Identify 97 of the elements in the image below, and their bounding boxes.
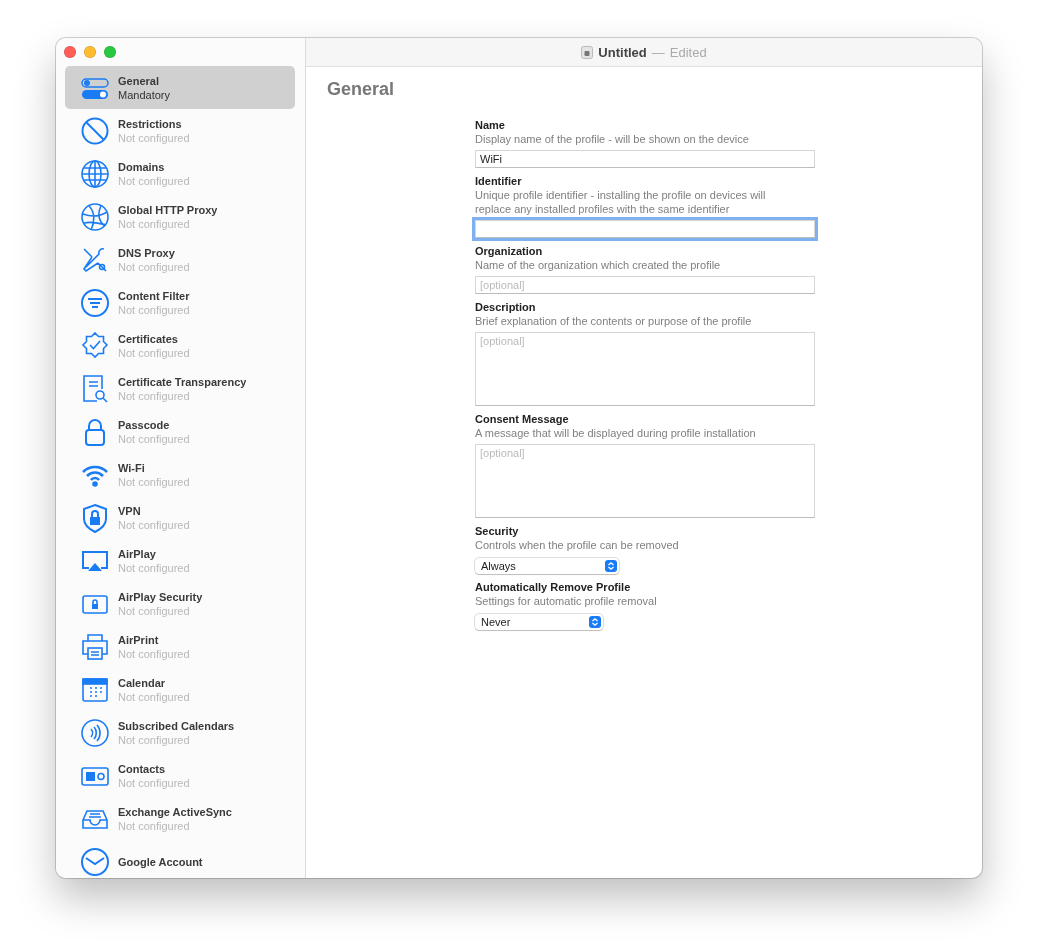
item-title: Exchange ActiveSync	[118, 804, 232, 819]
sidebar-item[interactable]: AirPrint Not configured	[65, 625, 295, 668]
item-title: Restrictions	[118, 116, 183, 131]
item-status: Not configured	[118, 775, 190, 790]
sidebar-item[interactable]: Global HTTP Proxy Not configured	[65, 195, 295, 238]
item-status: Not configured	[118, 259, 190, 274]
minimize-button[interactable]	[84, 46, 96, 58]
sidebar-item[interactable]: General Mandatory	[65, 66, 295, 109]
field-label: Consent Message	[475, 412, 570, 426]
sidebar-item[interactable]: AirPlay Security Not configured	[65, 582, 295, 625]
item-title: Global HTTP Proxy	[118, 202, 218, 217]
item-title: Domains	[118, 159, 166, 174]
field-help: A message that will be displayed during profile installation	[475, 426, 757, 440]
sidebar-item[interactable]: Subscribed Calendars Not configured	[65, 711, 295, 754]
page-heading: General	[327, 79, 396, 100]
field-help: Name of the organization which created the profile	[475, 258, 722, 272]
popup-button[interactable]: Never	[475, 614, 603, 630]
sidebar-item[interactable]: Restrictions Not configured	[65, 109, 295, 152]
item-status: Mandatory	[118, 87, 170, 102]
item-title: Content Filter	[118, 288, 190, 303]
item-title: Contacts	[118, 761, 167, 776]
sidebar-item[interactable]: Calendar Not configured	[65, 668, 295, 711]
item-status: Not configured	[118, 517, 190, 532]
sidebar-item[interactable]: DNS Proxy Not configured	[65, 238, 295, 281]
item-status: Not configured	[118, 302, 190, 317]
filter-icon	[80, 287, 110, 318]
title-separator: —	[651, 44, 665, 60]
field-help: Settings for automatic profile removal	[475, 594, 658, 608]
item-title: AirPlay Security	[118, 589, 203, 604]
field-help: Controls when the profile can be removed	[475, 538, 680, 552]
item-status: Not configured	[118, 130, 190, 145]
item-title: Passcode	[118, 417, 171, 432]
field-label: Description	[475, 300, 537, 314]
item-status: Not configured	[118, 818, 191, 833]
field-label: Name	[475, 118, 506, 132]
globe-icon	[80, 201, 110, 232]
envelope-circle-icon	[80, 846, 110, 877]
item-title: DNS Proxy	[118, 245, 176, 260]
sidebar-item[interactable]: Exchange ActiveSync Not configured	[65, 797, 295, 840]
item-title: Subscribed Calendars	[118, 718, 235, 733]
edited-status: Edited	[669, 44, 707, 60]
item-status: Not configured	[118, 431, 190, 446]
item-title: Google Account	[118, 854, 203, 869]
field-help: Brief explanation of the contents or purpose of the profile	[475, 314, 753, 328]
shield-lock-icon	[80, 502, 110, 533]
item-status: Not configured	[118, 216, 191, 231]
sidebar-item[interactable]: Content Filter Not configured	[65, 281, 295, 324]
text-field[interactable]: [optional]	[475, 276, 815, 294]
popup-button[interactable]: Always	[475, 558, 619, 574]
sidebar-item[interactable]: Passcode Not configured	[65, 410, 295, 453]
field-label: Security	[475, 524, 520, 538]
globe-icon	[80, 158, 110, 189]
text-field[interactable]: WiFi	[475, 150, 815, 168]
field-help: Display name of the profile - will be shown on the device	[475, 132, 750, 146]
sidebar-item[interactable]: Certificates Not configured	[65, 324, 295, 367]
item-title: AirPrint	[118, 632, 160, 647]
field-help: Unique profile identifier - installing the profile on devices will replace any installed profiles with the same identifier	[475, 188, 767, 216]
zoom-button[interactable]	[104, 46, 116, 58]
sidebar-item[interactable]: Domains Not configured	[65, 152, 295, 195]
item-title: Certificate Transparency	[118, 374, 247, 389]
text-field[interactable]	[475, 220, 815, 238]
item-status: Not configured	[118, 689, 190, 704]
sidebar-item[interactable]: Google Account	[65, 840, 295, 878]
document-icon	[581, 45, 594, 59]
item-title: Calendar	[118, 675, 167, 690]
chevron-icon	[589, 616, 601, 628]
item-status: Not configured	[118, 732, 191, 747]
window-title: Untitled	[598, 44, 647, 60]
chevron-icon	[605, 560, 617, 572]
item-status: Not configured	[118, 560, 190, 575]
badge-check-icon	[80, 330, 110, 361]
sidebar-item[interactable]: Contacts Not configured	[65, 754, 295, 797]
item-status: Not configured	[118, 345, 190, 360]
close-button[interactable]	[64, 46, 76, 58]
contactless-icon	[80, 717, 110, 748]
sidebar-item[interactable]: VPN Not configured	[65, 496, 295, 539]
item-status: Not configured	[118, 388, 191, 403]
sidebar-item[interactable]: Wi-Fi Not configured	[65, 453, 295, 496]
item-status: Not configured	[118, 173, 190, 188]
field-label: Identifier	[475, 174, 523, 188]
field-label: Organization	[475, 244, 544, 258]
prohibited-icon	[80, 115, 110, 146]
text-area[interactable]: [optional]	[475, 332, 815, 406]
item-status: Not configured	[118, 474, 190, 489]
document-search-icon	[80, 373, 110, 404]
item-title: General	[118, 73, 160, 88]
printer-icon	[80, 631, 110, 662]
field-label: Automatically Remove Profile	[475, 580, 632, 594]
text-area[interactable]: [optional]	[475, 444, 815, 518]
item-title: Certificates	[118, 331, 179, 346]
item-title: AirPlay	[118, 546, 157, 561]
sidebar-item[interactable]: AirPlay Not configured	[65, 539, 295, 582]
item-status: Not configured	[118, 646, 190, 661]
item-title: Wi-Fi	[118, 460, 146, 475]
item-title: VPN	[118, 503, 142, 518]
sidebar-item[interactable]: Certificate Transparency Not configured	[65, 367, 295, 410]
item-status: Not configured	[118, 603, 191, 618]
